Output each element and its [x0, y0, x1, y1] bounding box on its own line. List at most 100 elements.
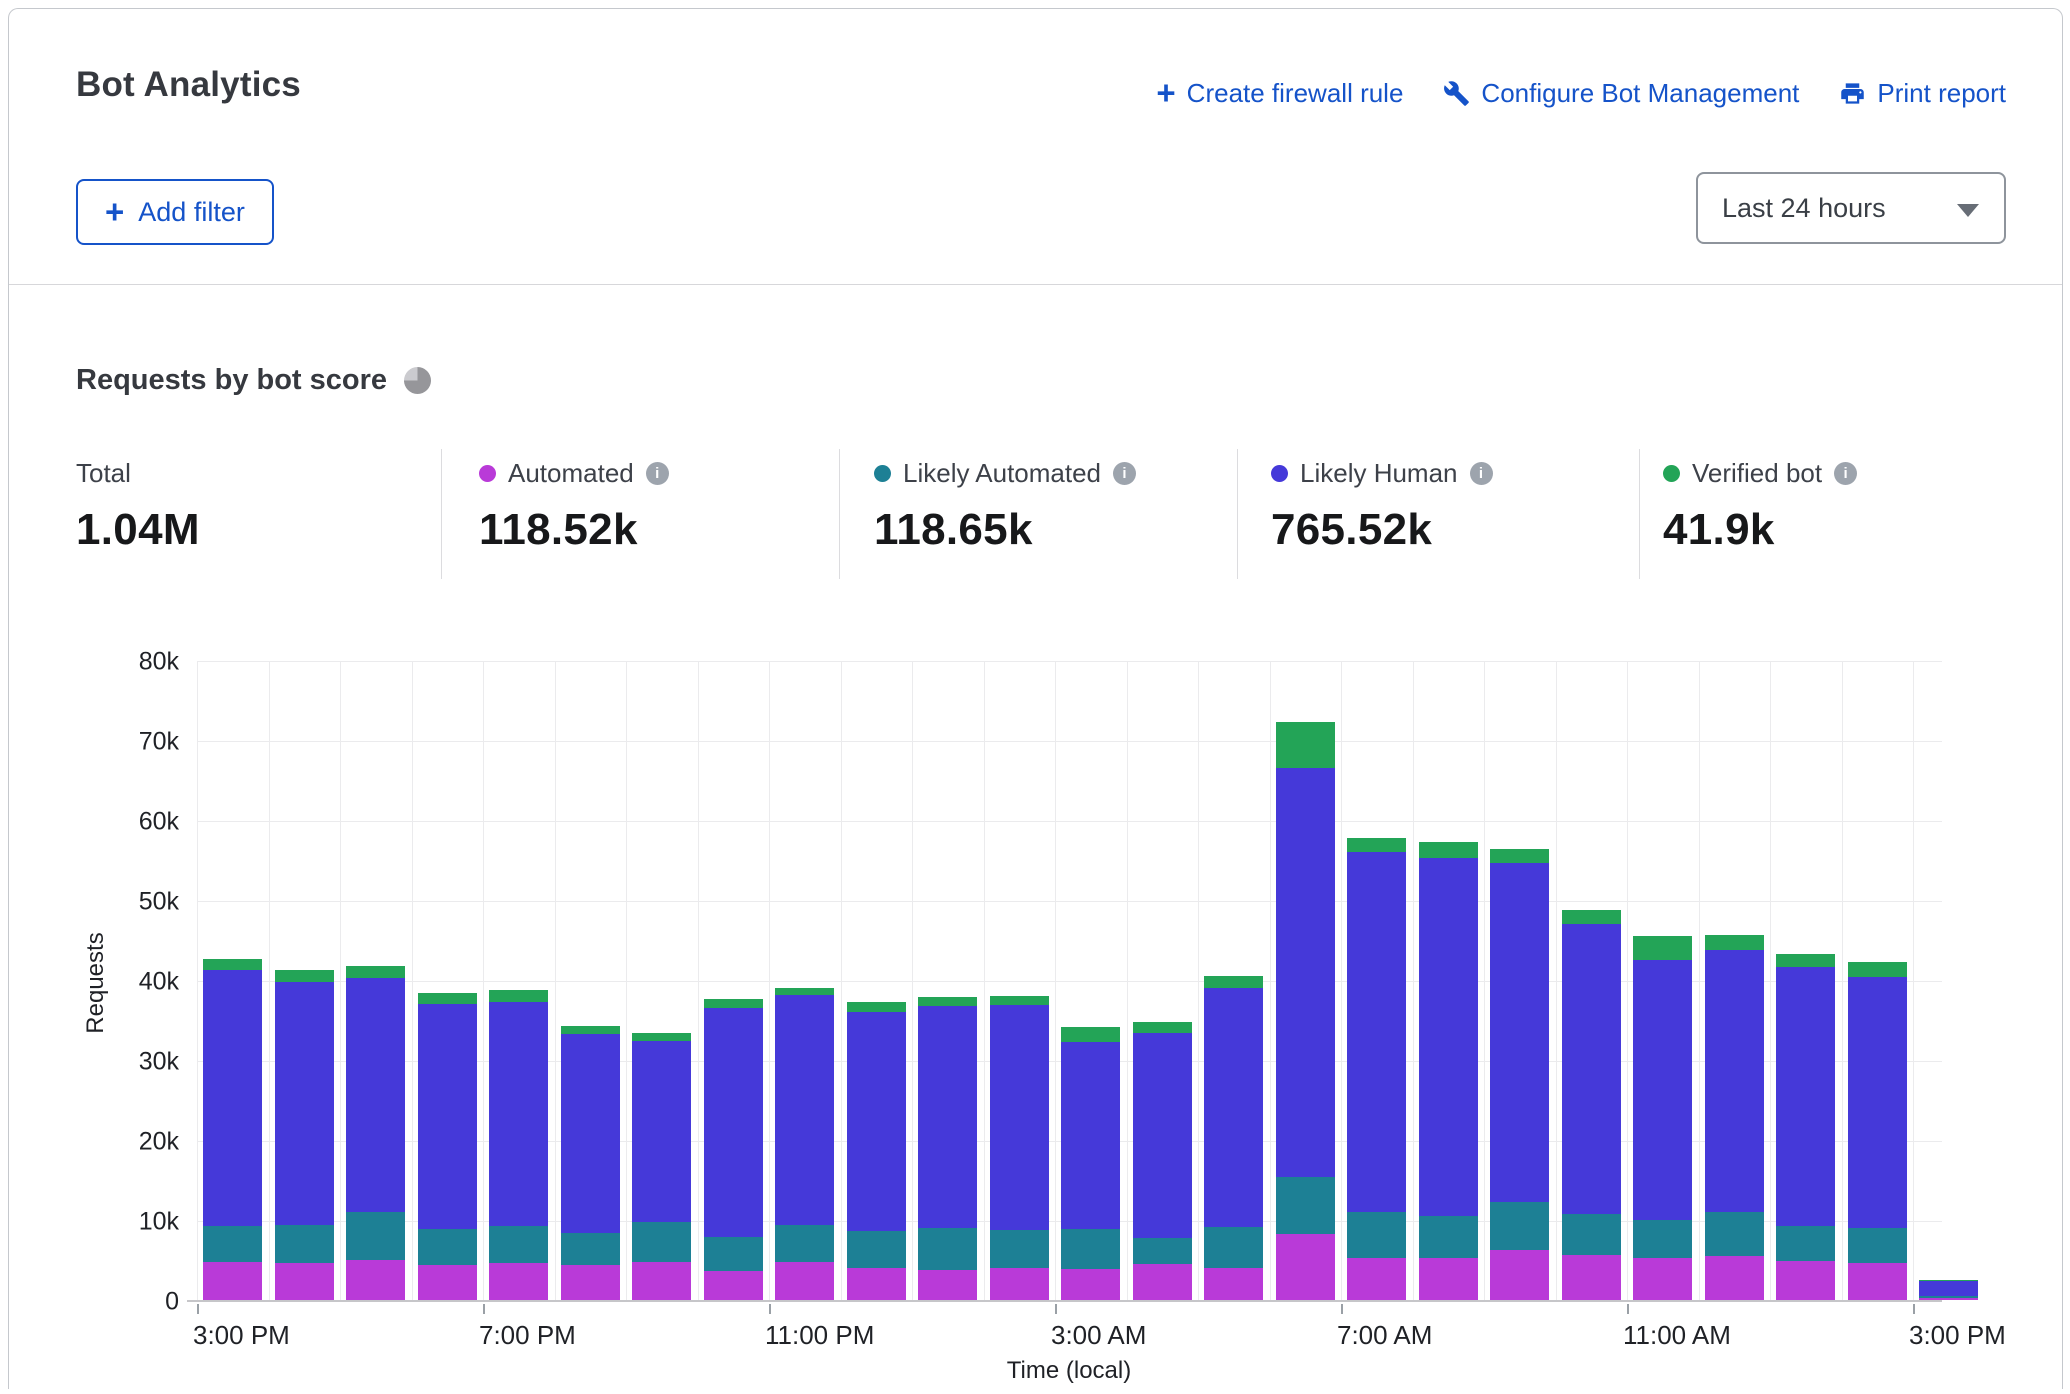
bar-segment	[775, 995, 834, 1225]
bar-segment	[990, 996, 1049, 1005]
configure-bot-management-link[interactable]: Configure Bot Management	[1443, 78, 1799, 109]
x-tick-label: 11:00 AM	[1623, 1320, 1731, 1351]
chart-bar[interactable]	[847, 1002, 906, 1300]
info-icon[interactable]: i	[1470, 462, 1493, 485]
bar-segment	[632, 1033, 691, 1041]
bar-segment	[203, 970, 262, 1227]
y-axis-ticks: 010k20k30k40k50k60k70k80k	[79, 662, 179, 1302]
stat-divider	[441, 449, 442, 579]
bar-segment	[1419, 1258, 1478, 1300]
wrench-icon	[1443, 80, 1470, 107]
chart-bar[interactable]	[1347, 838, 1406, 1300]
y-tick-label: 30k	[139, 1048, 179, 1077]
stat-automated: Automated i 118.52k	[479, 458, 669, 555]
bar-segment	[775, 1262, 834, 1300]
chart-bar[interactable]	[346, 966, 405, 1300]
bar-segment	[847, 1012, 906, 1231]
chart-bar[interactable]	[1133, 1022, 1192, 1300]
bar-segment	[561, 1233, 620, 1265]
chart-bar[interactable]	[1633, 936, 1692, 1300]
bar-segment	[1204, 988, 1263, 1227]
time-range-select[interactable]: Last 24 hours	[1696, 172, 2006, 244]
stat-likely-automated: Likely Automated i 118.65k	[874, 458, 1136, 555]
page-title: Bot Analytics	[76, 65, 301, 105]
gridline	[912, 662, 913, 1302]
info-icon[interactable]: i	[646, 462, 669, 485]
info-icon[interactable]: i	[1113, 462, 1136, 485]
gridline	[1770, 662, 1771, 1302]
bar-segment	[990, 1268, 1049, 1300]
chart-bar[interactable]	[561, 1026, 620, 1300]
chart-bar[interactable]	[418, 993, 477, 1300]
bar-segment	[632, 1222, 691, 1263]
bar-segment	[489, 990, 548, 1001]
chart-bar[interactable]	[1061, 1027, 1120, 1300]
likely-human-dot	[1271, 465, 1288, 482]
chart-bar[interactable]	[1204, 976, 1263, 1300]
bar-segment	[1133, 1238, 1192, 1264]
bar-segment	[346, 1260, 405, 1300]
y-tick-label: 80k	[139, 648, 179, 677]
bar-segment	[1776, 1226, 1835, 1261]
y-tick-label: 40k	[139, 968, 179, 997]
chart-bar[interactable]	[1705, 935, 1764, 1300]
chart-bar[interactable]	[775, 988, 834, 1300]
chart-bar[interactable]	[203, 959, 262, 1300]
create-firewall-rule-link[interactable]: + Create firewall rule	[1156, 77, 1403, 110]
chart-bar[interactable]	[632, 1033, 691, 1300]
plus-icon: +	[105, 195, 124, 228]
y-tick-label: 50k	[139, 888, 179, 917]
gridline	[626, 662, 627, 1302]
chart-bar[interactable]	[1419, 842, 1478, 1300]
gridline	[1699, 662, 1700, 1302]
chart-bar[interactable]	[489, 990, 548, 1300]
x-tick-label: 3:00 PM	[1909, 1320, 2006, 1351]
gridline	[1842, 662, 1843, 1302]
chart-bar[interactable]	[1776, 954, 1835, 1300]
chart-bar[interactable]	[275, 970, 334, 1300]
gridline	[269, 662, 270, 1302]
info-icon[interactable]: i	[1834, 462, 1857, 485]
bar-segment	[704, 1237, 763, 1271]
bar-segment	[275, 1263, 334, 1300]
print-report-link[interactable]: Print report	[1839, 78, 2006, 109]
y-tick-label: 0	[165, 1288, 179, 1317]
bar-segment	[632, 1262, 691, 1300]
chart-bar[interactable]	[1848, 962, 1907, 1300]
chart-bar[interactable]	[1562, 910, 1621, 1300]
bar-segment	[561, 1034, 620, 1233]
bar-segment	[1848, 1228, 1907, 1263]
x-axis-ticks: 3:00 PM7:00 PM11:00 PM3:00 AM7:00 AM11:0…	[197, 1304, 1987, 1364]
bar-segment	[1848, 1263, 1907, 1300]
gridline	[1556, 662, 1557, 1302]
bar-segment	[1347, 852, 1406, 1212]
bar-segment	[1133, 1022, 1192, 1032]
x-tick-label: 7:00 AM	[1337, 1320, 1432, 1351]
bar-segment	[1490, 1202, 1549, 1249]
bar-segment	[1776, 1261, 1835, 1300]
chart-bar[interactable]	[704, 999, 763, 1300]
bar-segment	[990, 1005, 1049, 1231]
chart-bar[interactable]	[1919, 1280, 1978, 1300]
x-tick-label: 7:00 PM	[479, 1320, 576, 1351]
x-axis-baseline	[187, 1300, 1942, 1302]
x-tick-mark	[1055, 1304, 1057, 1314]
bar-segment	[1061, 1042, 1120, 1228]
bar-segment	[918, 1270, 977, 1300]
chart-bar[interactable]	[990, 996, 1049, 1300]
chart-bar[interactable]	[918, 997, 977, 1300]
bar-segment	[418, 1229, 477, 1265]
likely-automated-dot	[874, 465, 891, 482]
chart-bar[interactable]	[1490, 849, 1549, 1300]
add-filter-button[interactable]: + Add filter	[76, 179, 274, 245]
bar-segment	[1490, 863, 1549, 1202]
bar-segment	[1848, 977, 1907, 1228]
gridline	[197, 741, 1942, 742]
bar-segment	[1133, 1264, 1192, 1300]
chart-bar[interactable]	[1276, 722, 1335, 1300]
stat-verified-bot: Verified bot i 41.9k	[1663, 458, 1857, 555]
bar-segment	[275, 982, 334, 1225]
stat-divider	[1639, 449, 1640, 579]
stat-total: Total 1.04M	[76, 458, 200, 555]
stat-automated-label: Automated	[508, 458, 634, 489]
